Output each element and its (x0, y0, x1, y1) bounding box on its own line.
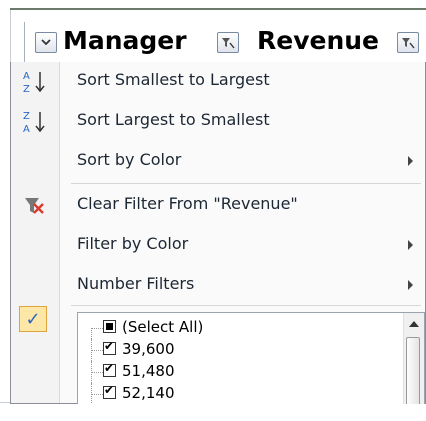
menu-item-label: Number Filters (77, 274, 195, 293)
manager-filter-button[interactable] (35, 32, 57, 53)
menu-item-number-filters[interactable]: Number Filters (11, 266, 425, 306)
list-item-select-all[interactable]: (Select All) (78, 317, 378, 339)
scroll-thumb[interactable] (406, 337, 420, 404)
clear-filter-icon (21, 192, 49, 220)
funnel-icon (401, 37, 415, 49)
funnel-icon (221, 37, 235, 49)
filter-value-list[interactable]: (Select All) 39,600 51,480 52,140 (77, 312, 425, 404)
list-item[interactable]: 39,600 (78, 339, 378, 361)
value-checkbox[interactable] (103, 383, 116, 399)
column-header-manager: Manager (63, 26, 187, 55)
submenu-arrow-icon (408, 280, 413, 290)
autofilter-dropdown-menu: A Z Sort Smallest to Largest Z A Sort La… (10, 62, 426, 404)
sort-descending-icon: Z A (21, 108, 49, 136)
menu-item-sort-ascending[interactable]: A Z Sort Smallest to Largest (11, 62, 425, 102)
pivot-header-row: Manager Revenue (24, 22, 426, 64)
manager-filter-active-button[interactable] (217, 32, 239, 53)
menu-separator (71, 183, 421, 184)
list-item-label: 39,600 (122, 340, 175, 358)
svg-text:A: A (23, 124, 30, 135)
sort-ascending-icon: A Z (21, 68, 49, 96)
menu-item-sort-by-color[interactable]: Sort by Color (11, 142, 425, 182)
menu-item-label: Sort Smallest to Largest (77, 70, 270, 89)
menu-item-label: Sort by Color (77, 150, 182, 169)
column-header-revenue: Revenue (257, 26, 380, 55)
list-item-label: 52,140 (122, 384, 175, 402)
list-item[interactable]: 51,480 (78, 361, 378, 383)
list-scrollbar[interactable] (403, 313, 424, 404)
tree-line (91, 350, 103, 351)
select-all-checkbox[interactable] (103, 320, 116, 333)
checkmark-icon: ✓ (19, 306, 47, 332)
sheet-top-border (10, 0, 426, 10)
sheet-bottom-area (0, 402, 426, 421)
svg-text:A: A (23, 71, 30, 82)
menu-item-clear-filter[interactable]: Clear Filter From "Revenue" (11, 186, 425, 226)
chevron-down-icon (41, 39, 51, 46)
menu-separator (71, 305, 421, 306)
revenue-filter-active-button[interactable] (397, 32, 419, 53)
svg-text:Z: Z (23, 84, 30, 95)
svg-text:Z: Z (23, 111, 30, 122)
menu-item-label: Clear Filter From "Revenue" (77, 194, 298, 213)
value-checkbox[interactable] (103, 361, 116, 377)
list-item[interactable]: 52,140 (78, 383, 378, 404)
menu-item-sort-descending[interactable]: Z A Sort Largest to Smallest (11, 102, 425, 142)
tree-line (91, 328, 103, 329)
menu-item-filter-by-color[interactable]: Filter by Color (11, 226, 425, 266)
list-item-label: (Select All) (122, 318, 204, 336)
submenu-arrow-icon (408, 240, 413, 250)
tree-line (91, 372, 103, 373)
tree-line (91, 394, 103, 395)
list-item-label: 51,480 (122, 362, 175, 380)
tree-line (91, 328, 92, 339)
value-checkbox[interactable] (103, 339, 116, 355)
scroll-up-arrow-icon[interactable] (409, 321, 419, 327)
menu-item-label: Filter by Color (77, 234, 189, 253)
menu-item-label: Sort Largest to Smallest (77, 110, 270, 129)
submenu-arrow-icon (408, 156, 413, 166)
